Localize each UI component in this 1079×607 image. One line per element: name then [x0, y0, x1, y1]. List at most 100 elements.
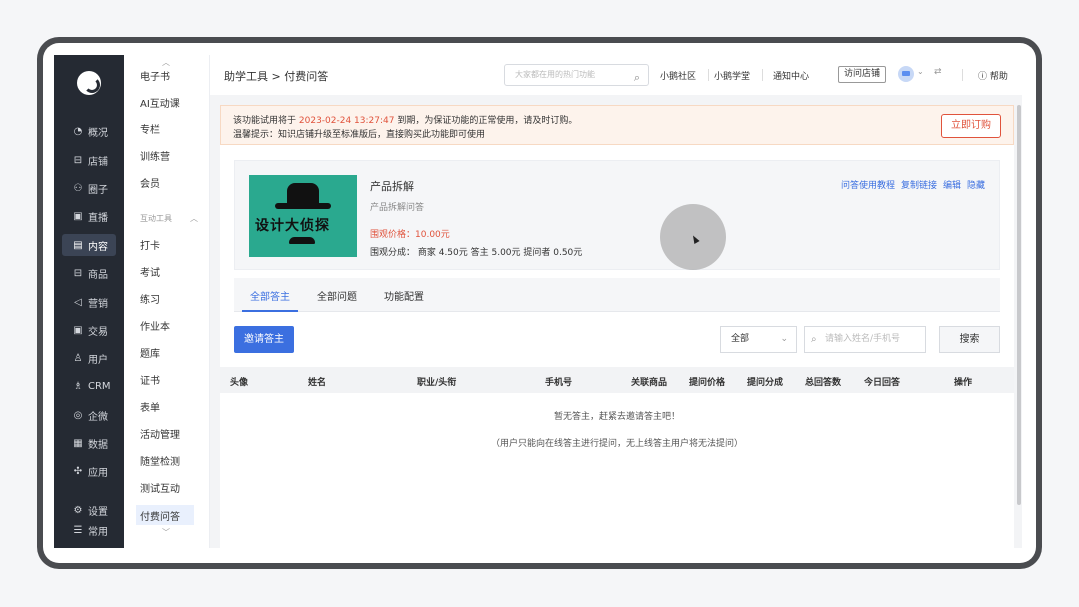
- product-title: 产品拆解: [370, 180, 414, 193]
- sidebar-item-goods[interactable]: ⊟ 商品: [62, 262, 116, 284]
- breadcrumb: 助学工具 > 付费问答: [224, 70, 329, 83]
- nav-group-label: 互动工具: [140, 214, 172, 223]
- sidebar-item-live[interactable]: ▣ 直播: [62, 205, 116, 227]
- sidebar-item-label: 交易: [88, 326, 108, 338]
- sidebar-item-label: 商品: [88, 269, 108, 281]
- sidebar-item-crm[interactable]: ♗ CRM: [62, 375, 116, 397]
- subnav-item[interactable]: 会员: [136, 172, 194, 192]
- sidebar-item-apps[interactable]: ✣ 应用: [62, 460, 116, 482]
- column-header: 操作: [954, 378, 973, 388]
- subnav-item[interactable]: 付费问答: [136, 505, 194, 525]
- sidebar-item-overview[interactable]: ◔ 概况: [62, 120, 116, 142]
- subnav-item[interactable]: AI互动课: [136, 92, 194, 112]
- user-icon: ♙: [73, 352, 83, 364]
- sidebar-item-label: 内容: [88, 241, 108, 253]
- sidebar-item-label: 企微: [88, 411, 108, 423]
- sidebar-item-label: 概况: [88, 127, 108, 139]
- notice-line-2: 温馨提示：知识店铺升级至标准版后，直接购买此功能即可使用: [233, 130, 486, 140]
- subnav-item[interactable]: 证书: [136, 370, 194, 390]
- edit-button[interactable]: 编辑: [943, 178, 961, 191]
- sidebar-item-wecom[interactable]: ◎ 企微: [62, 404, 116, 426]
- settings-icon: ⚙: [73, 504, 83, 516]
- order-now-button[interactable]: 立即订购: [941, 114, 1001, 138]
- divider: [762, 69, 763, 81]
- tab-all-questions[interactable]: 全部问题: [317, 288, 357, 303]
- product-actions: 问答使用教程 复制链接 编辑 隐藏: [841, 178, 985, 191]
- sidebar-item-data[interactable]: ▦ 数据: [62, 432, 116, 454]
- nav-group-header[interactable]: 互动工具 ︿: [140, 213, 198, 224]
- sidebar-item-store[interactable]: ⊟ 店铺: [62, 149, 116, 171]
- global-search-input[interactable]: 大家都在用的热门功能 ⌕: [504, 64, 649, 86]
- divider: [962, 69, 963, 81]
- subnav-item[interactable]: 打卡: [136, 234, 194, 254]
- wecom-icon: ◎: [73, 409, 83, 421]
- hide-button[interactable]: 隐藏: [967, 178, 985, 191]
- notice-line-1: 该功能试用将于 2023-02-24 13:27:47 到期，为保证功能的正常使…: [233, 113, 577, 126]
- sidebar-item-common[interactable]: ☰ 常用: [62, 519, 116, 541]
- search-button[interactable]: 搜索: [939, 326, 1000, 353]
- subnav-item[interactable]: 表单: [136, 397, 194, 417]
- subnav-item[interactable]: 随堂检测: [136, 451, 194, 471]
- sidebar-item-settings[interactable]: ⚙ 设置: [62, 499, 116, 521]
- help-button[interactable]: ⓘ 帮助: [978, 69, 1008, 82]
- mustache-graphic: [289, 237, 315, 244]
- sidebar-item-community[interactable]: ⚇ 圈子: [62, 177, 116, 199]
- watch-price: 围观价格：10.00元: [370, 230, 450, 240]
- sidebar-item-label: CRM: [88, 380, 111, 392]
- switch-icon[interactable]: ⇄: [934, 67, 942, 77]
- avatar[interactable]: [898, 66, 914, 82]
- table-header: 头像 姓名 职业/头衔 手机号 关联商品 提问价格 提问分成 总回答数 今日回答 操作: [220, 367, 1014, 393]
- data-icon: ▦: [73, 437, 83, 449]
- search-placeholder: 大家都在用的热门功能: [515, 70, 595, 79]
- hat-graphic: [287, 183, 319, 205]
- link-notifications[interactable]: 通知中心: [773, 69, 809, 82]
- sidebar-item-marketing[interactable]: ◁ 营销: [62, 291, 116, 313]
- sidebar-item-label: 应用: [88, 467, 108, 479]
- scroll-down-icon[interactable]: ﹀: [162, 527, 170, 538]
- search-icon[interactable]: ⌕: [634, 68, 640, 88]
- product-subtitle: 产品拆解问答: [370, 203, 425, 213]
- search-icon: ⌕: [811, 334, 817, 345]
- sidebar-item-content[interactable]: ▤ 内容: [62, 234, 116, 256]
- community-icon: ⚇: [73, 182, 83, 194]
- tab-all-answerers[interactable]: 全部答主: [242, 288, 298, 312]
- name-phone-search-input[interactable]: ⌕ 请输入姓名/手机号: [804, 326, 926, 353]
- search-placeholder: 请输入姓名/手机号: [825, 334, 901, 344]
- visit-store-button[interactable]: 访问店铺: [838, 66, 887, 83]
- main-panel: 该功能试用将于 2023-02-24 13:27:47 到期，为保证功能的正常使…: [220, 105, 1014, 548]
- subnav-item[interactable]: 测试互动: [136, 478, 194, 498]
- tab-settings[interactable]: 功能配置: [384, 288, 424, 303]
- copy-link-button[interactable]: 复制链接: [901, 178, 937, 191]
- subnav-item[interactable]: 电子书: [136, 65, 194, 85]
- invite-answerer-button[interactable]: 邀请答主: [234, 326, 294, 353]
- subnav-item[interactable]: 专栏: [136, 118, 194, 138]
- column-header: 提问分成: [747, 378, 784, 388]
- sidebar-item-label: 营销: [88, 298, 108, 310]
- page-scrollbar[interactable]: [1017, 105, 1021, 505]
- notice-prefix: 该功能试用将于: [233, 116, 297, 126]
- expiry-date: 2023-02-24 13:27:47: [298, 116, 395, 126]
- subnav-item[interactable]: 考试: [136, 261, 194, 281]
- subnav-item[interactable]: 作业本: [136, 315, 194, 335]
- sidebar-item-label: 常用: [88, 526, 108, 538]
- primary-sidebar: ◔ 概况 ⊟ 店铺 ⚇ 圈子 ▣ 直播 ▤ 内容 ⊟ 商品 ◁ 营销 ▣ 交易 ♙ 用户 ♗ CRM ◎ 企微 ▦ 数据 ✣ 应用…: [54, 55, 124, 548]
- sidebar-item-user[interactable]: ♙ 用户: [62, 347, 116, 369]
- app-logo[interactable]: [77, 71, 101, 95]
- hat-brim-graphic: [275, 203, 331, 209]
- subnav-item[interactable]: 训练营: [136, 145, 194, 165]
- overview-icon: ◔: [73, 125, 83, 137]
- tutorial-link[interactable]: 问答使用教程: [841, 178, 895, 191]
- common-icon: ☰: [73, 524, 83, 536]
- column-header: 职业/头衔: [417, 378, 457, 388]
- chevron-down-icon[interactable]: ⌄: [917, 67, 924, 76]
- link-community[interactable]: 小鹅社区: [660, 69, 696, 82]
- select-value: 全部: [731, 334, 750, 344]
- subnav-item[interactable]: 题库: [136, 342, 194, 362]
- subnav-item[interactable]: 练习: [136, 288, 194, 308]
- link-academy[interactable]: 小鹅学堂: [714, 69, 750, 82]
- status-select[interactable]: 全部 ⌄: [720, 326, 797, 353]
- sidebar-item-trade[interactable]: ▣ 交易: [62, 319, 116, 341]
- app-window: ◔ 概况 ⊟ 店铺 ⚇ 圈子 ▣ 直播 ▤ 内容 ⊟ 商品 ◁ 营销 ▣ 交易 ♙ 用户 ♗ CRM ◎ 企微 ▦ 数据 ✣ 应用…: [54, 55, 1022, 548]
- sidebar-item-label: 圈子: [88, 184, 108, 196]
- subnav-item[interactable]: 活动管理: [136, 424, 194, 444]
